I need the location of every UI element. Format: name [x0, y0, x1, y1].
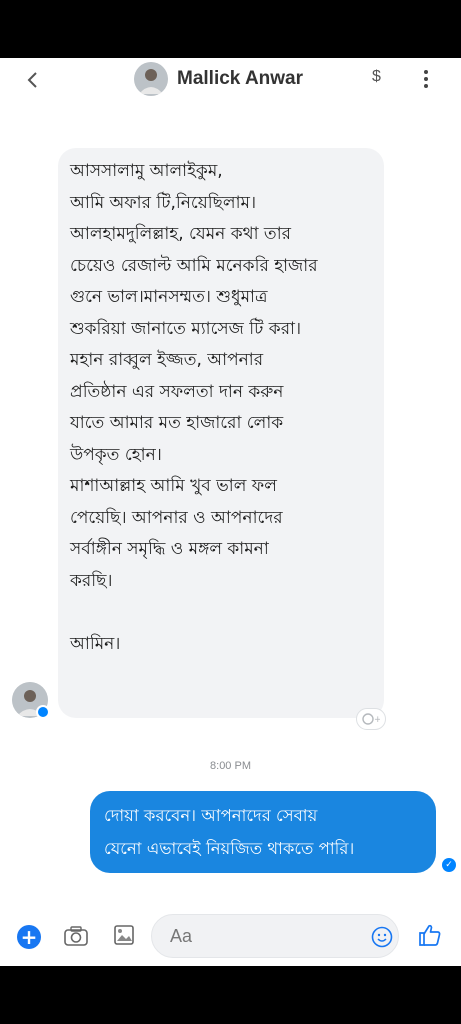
status-bar-area — [0, 0, 461, 58]
emoji-button[interactable] — [371, 926, 393, 948]
thumbs-up-icon — [419, 924, 441, 946]
navigation-bar-area — [0, 966, 461, 1024]
incoming-message-text: আসসালামু আলাইকুম, আমি অফার টি,নিয়েছিলাম… — [70, 161, 318, 654]
incoming-message-bubble[interactable]: আসসালামু আলাইকুম, আমি অফার টি,নিয়েছিলাম… — [58, 148, 384, 718]
contact-avatar[interactable] — [134, 62, 168, 96]
message-input[interactable]: Aa — [151, 914, 399, 958]
payment-button[interactable]: $ — [372, 68, 381, 86]
smiley-icon — [371, 926, 393, 948]
outgoing-message-text: দোয়া করবেন। আপনাদের সেবায় যেনো এভাবেই … — [104, 806, 355, 858]
camera-icon — [64, 926, 88, 946]
chat-screen: Mallick Anwar $ আসসালামু আলাইকুম, আমি অফ… — [0, 58, 461, 966]
add-reaction-icon[interactable]: + — [356, 708, 386, 730]
messenger-badge-icon — [36, 705, 50, 719]
svg-text:+: + — [374, 715, 380, 725]
more-options-button[interactable] — [420, 67, 432, 91]
outgoing-message-bubble[interactable]: দোয়া করবেন। আপনাদের সেবায় যেনো এভাবেই … — [90, 791, 436, 873]
back-button[interactable] — [22, 66, 42, 94]
more-vertical-icon — [424, 70, 428, 74]
chat-header: Mallick Anwar $ — [0, 58, 461, 102]
like-button[interactable] — [417, 922, 443, 948]
chevron-left-icon — [27, 72, 37, 88]
image-icon — [114, 925, 134, 945]
camera-button[interactable] — [63, 925, 89, 947]
message-composer: + Aa — [0, 910, 461, 966]
gallery-button[interactable] — [113, 924, 135, 946]
plus-button[interactable]: + — [17, 925, 41, 949]
seen-check-icon: ✓ — [442, 858, 456, 872]
message-timestamp: 8:00 PM — [210, 760, 251, 772]
contact-name[interactable]: Mallick Anwar — [177, 68, 303, 90]
